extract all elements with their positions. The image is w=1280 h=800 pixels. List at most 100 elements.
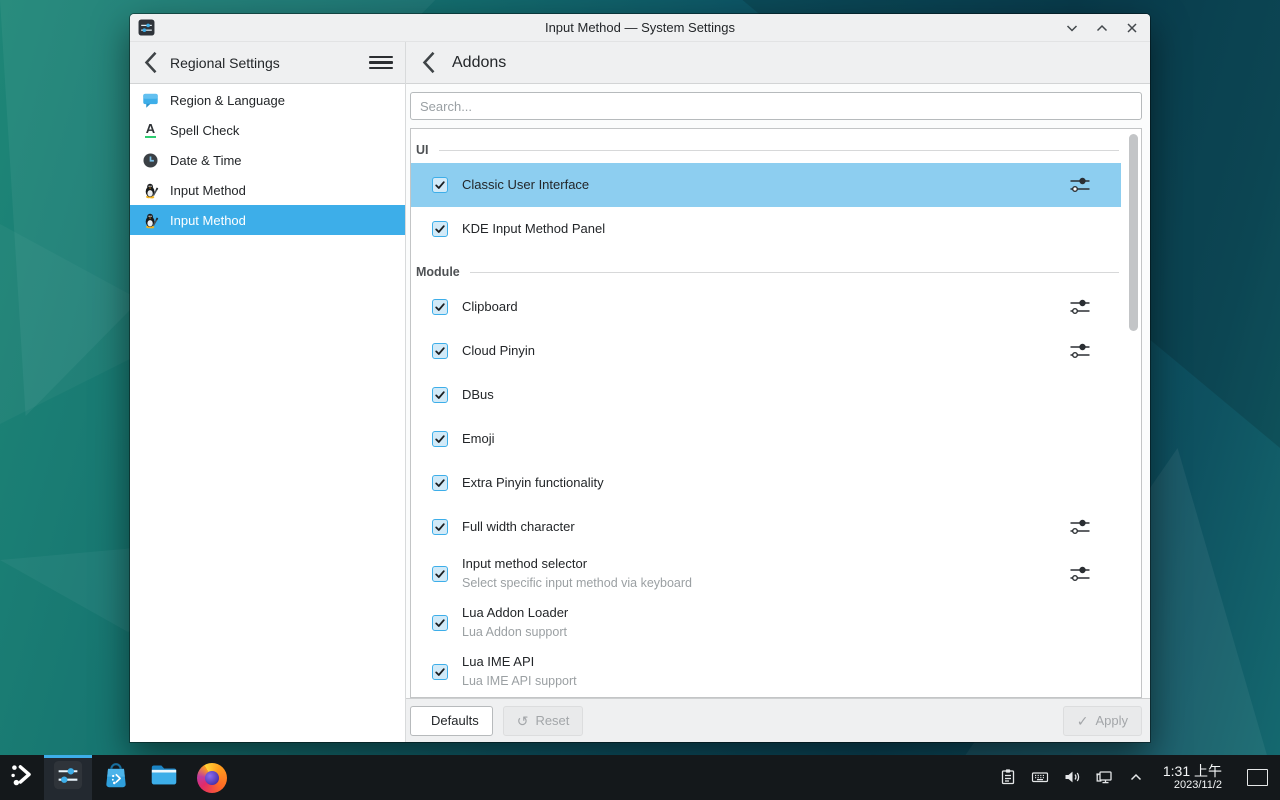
addon-row-label: Lua Addon Loader (462, 604, 568, 622)
firefox-icon (197, 763, 227, 793)
chat-bubble-icon (142, 92, 159, 109)
addon-row-cloud-pinyin[interactable]: Cloud Pinyin (411, 329, 1121, 373)
section-divider (439, 150, 1120, 151)
addon-row-label: Lua IME API (462, 653, 577, 671)
content-header: Addons (406, 42, 1150, 84)
clock-time: 1:31 上午 (1163, 763, 1222, 779)
addon-row-clipboard[interactable]: Clipboard (411, 285, 1121, 329)
addon-row-extra-pinyin-functionality[interactable]: Extra Pinyin functionality (411, 461, 1121, 505)
configure-addon-button[interactable] (1069, 518, 1091, 536)
checkbox[interactable] (432, 221, 448, 237)
addon-row-label: Input method selector (462, 555, 692, 573)
folder-icon (149, 760, 179, 795)
sidebar-item-label: Input Method (170, 213, 246, 228)
checkbox[interactable] (432, 615, 448, 631)
addon-row-text: Input method selector Select specific inp… (462, 555, 692, 591)
sidebar-header: Regional Settings (130, 42, 405, 84)
addon-row-label: Clipboard (462, 298, 518, 316)
scrollbar-thumb[interactable] (1129, 134, 1138, 331)
configure-addon-button[interactable] (1069, 176, 1091, 194)
checkbox[interactable] (432, 431, 448, 447)
clipboard-icon[interactable] (999, 768, 1018, 787)
show-desktop-button[interactable] (1247, 769, 1268, 786)
addon-row-text: DBus (462, 386, 494, 404)
titlebar[interactable]: Input Method — System Settings (130, 14, 1150, 42)
addons-list-frame: UI Classic User Interface KDE Input Method… (410, 128, 1142, 698)
maximize-button[interactable] (1094, 20, 1110, 36)
checkbox[interactable] (432, 566, 448, 582)
sidebar-item-label: Region & Language (170, 93, 285, 108)
clock-icon (142, 152, 159, 169)
clock[interactable]: 1:31 上午 2023/11/2 (1163, 763, 1222, 792)
search-input[interactable] (410, 92, 1142, 120)
sidebar-item-region-language-0[interactable]: Region & Language (130, 85, 405, 115)
defaults-button[interactable]: Defaults (410, 706, 493, 736)
undo-icon: ↺ (517, 714, 529, 728)
content-pane: Addons UI Classic User Interface KDE Input… (406, 42, 1150, 742)
configure-addon-button[interactable] (1069, 298, 1091, 316)
sidebar-back-button[interactable] (142, 54, 160, 72)
configure-addon-button[interactable] (1069, 342, 1091, 360)
launcher-discover[interactable] (92, 755, 140, 800)
checkbox[interactable] (432, 475, 448, 491)
addon-row-label: DBus (462, 386, 494, 404)
checkbox[interactable] (432, 387, 448, 403)
addon-row-label: Classic User Interface (462, 176, 589, 194)
checkbox[interactable] (432, 343, 448, 359)
addon-row-classic-user-interface[interactable]: Classic User Interface (411, 163, 1121, 207)
checkbox[interactable] (432, 664, 448, 680)
scrollbar[interactable] (1129, 133, 1138, 693)
sidebar-item-label: Input Method (170, 183, 246, 198)
discover-icon (101, 760, 131, 795)
addon-row-dbus[interactable]: DBus (411, 373, 1121, 417)
checkbox[interactable] (432, 177, 448, 193)
addon-row-lua-addon-loader[interactable]: Lua Addon Loader Lua Addon support (411, 598, 1121, 647)
addon-row-label: Cloud Pinyin (462, 342, 535, 360)
volume-icon[interactable] (1063, 768, 1082, 787)
addon-row-subtitle: Lua Addon support (462, 624, 568, 641)
configure-addon-button[interactable] (1069, 565, 1091, 583)
close-button[interactable] (1124, 20, 1140, 36)
sidebar-title: Regional Settings (170, 55, 280, 71)
launcher-firefox[interactable] (188, 755, 236, 800)
taskbar: 1:31 上午 2023/11/2 (0, 755, 1280, 800)
spellcheck-icon: A (142, 122, 159, 139)
reset-button[interactable]: ↺ Reset (503, 706, 584, 736)
addon-row-input-method-selector[interactable]: Input method selector Select specific inp… (411, 549, 1121, 598)
apply-label: Apply (1095, 713, 1128, 728)
addon-row-kde-input-method-panel[interactable]: KDE Input Method Panel (411, 207, 1121, 251)
reset-label: Reset (535, 713, 569, 728)
content-back-button[interactable] (420, 54, 438, 72)
app-launcher-button[interactable] (0, 755, 44, 800)
expand-tray-icon[interactable] (1127, 768, 1146, 787)
kde-launcher-icon (9, 762, 35, 793)
addon-row-text: Emoji (462, 430, 495, 448)
sidebar-item-input-method-4[interactable]: Input Method (130, 205, 405, 235)
sidebar-item-input-method-3[interactable]: Input Method (130, 175, 405, 205)
network-icon[interactable] (1095, 768, 1114, 787)
addon-row-subtitle: Select specific input method via keyboar… (462, 575, 692, 592)
sidebar-item-spell-check-1[interactable]: ASpell Check (130, 115, 405, 145)
addon-row-label: Full width character (462, 518, 575, 536)
sidebar: Regional Settings Region & Language ASpel… (130, 42, 406, 742)
clock-date: 2023/11/2 (1163, 779, 1222, 792)
system-tray: 1:31 上午 2023/11/2 (999, 763, 1280, 792)
section-header-module: Module (411, 251, 1141, 285)
menu-icon[interactable] (369, 53, 393, 73)
addon-row-text: Lua IME APILua IME API support (462, 653, 577, 689)
addon-row-full-width-character[interactable]: Full width character (411, 505, 1121, 549)
addon-row-text: Cloud Pinyin (462, 342, 535, 360)
footer-buttons: Defaults ↺ Reset ✓ Apply (406, 698, 1150, 742)
section-header-ui: UI (411, 129, 1141, 163)
addon-row-lua-ime-api[interactable]: Lua IME APILua IME API support (411, 647, 1121, 696)
checkbox[interactable] (432, 299, 448, 315)
minimize-button[interactable] (1064, 20, 1080, 36)
checkbox[interactable] (432, 519, 448, 535)
launcher-file-manager[interactable] (140, 755, 188, 800)
apply-button[interactable]: ✓ Apply (1063, 706, 1142, 736)
sidebar-item-date-time-2[interactable]: Date & Time (130, 145, 405, 175)
section-title: Module (416, 265, 460, 279)
task-system-settings[interactable] (44, 755, 92, 800)
keyboard-icon[interactable] (1031, 768, 1050, 787)
addon-row-emoji[interactable]: Emoji (411, 417, 1121, 461)
